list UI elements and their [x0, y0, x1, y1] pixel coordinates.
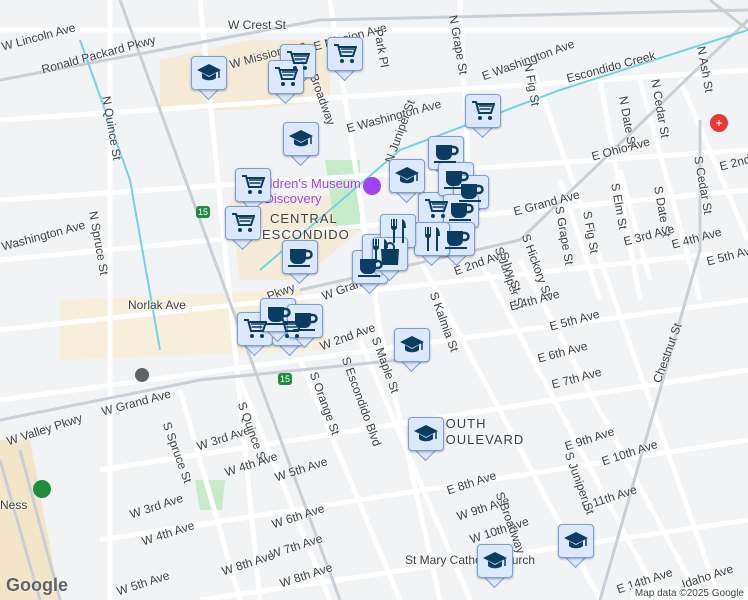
shopping-cart-icon — [327, 37, 363, 71]
map-marker-shopping-cart[interactable] — [225, 206, 261, 251]
graduation-cap-icon — [389, 159, 425, 193]
google-logo: Google — [6, 575, 68, 595]
map-marker-shopping-cart[interactable] — [327, 37, 363, 82]
map-marker-coffee-cup[interactable] — [282, 240, 318, 285]
map-marker-graduation-cap[interactable] — [408, 417, 444, 462]
area-label-boulevard: BOULEVARD — [436, 432, 525, 447]
highway-shield: 15 — [278, 373, 293, 385]
map-marker-graduation-cap[interactable] — [283, 122, 319, 167]
street-label: St Mary Catholic Church — [405, 553, 536, 567]
street-label: W Crest St — [228, 18, 287, 32]
graduation-cap-icon — [394, 328, 430, 362]
shopping-cart-icon — [465, 94, 501, 128]
map-marker-coffee-cup[interactable] — [287, 304, 323, 349]
map-canvas[interactable]: + CENTRAL ESCONDIDO SOUTH BOULEVARD Chil… — [0, 0, 748, 600]
attribution[interactable]: Map data ©2025 Google — [630, 587, 748, 600]
graduation-cap-icon — [283, 122, 319, 156]
shopping-cart-icon — [225, 206, 261, 240]
map-marker-graduation-cap[interactable] — [477, 544, 513, 589]
coffee-cup-icon — [282, 240, 318, 274]
graduation-cap-icon — [477, 544, 513, 578]
street-label: Norlak Ave — [128, 298, 186, 312]
map-marker-graduation-cap[interactable] — [558, 524, 594, 569]
highway-shield: 15 — [196, 206, 211, 218]
shopping-cart-icon — [235, 168, 271, 202]
map-marker-graduation-cap[interactable] — [394, 328, 430, 373]
street-label: Ness — [0, 498, 28, 512]
map-marker-shopping-cart[interactable] — [465, 94, 501, 139]
map-base: + — [0, 0, 748, 600]
graduation-cap-icon — [408, 417, 444, 451]
svg-text:+: + — [715, 116, 722, 130]
map-marker-graduation-cap[interactable] — [191, 56, 227, 101]
graduation-cap-icon — [558, 524, 594, 558]
map-marker-graduation-cap[interactable] — [389, 159, 425, 204]
graduation-cap-icon — [191, 56, 227, 90]
area-label-central: CENTRAL — [270, 211, 338, 226]
